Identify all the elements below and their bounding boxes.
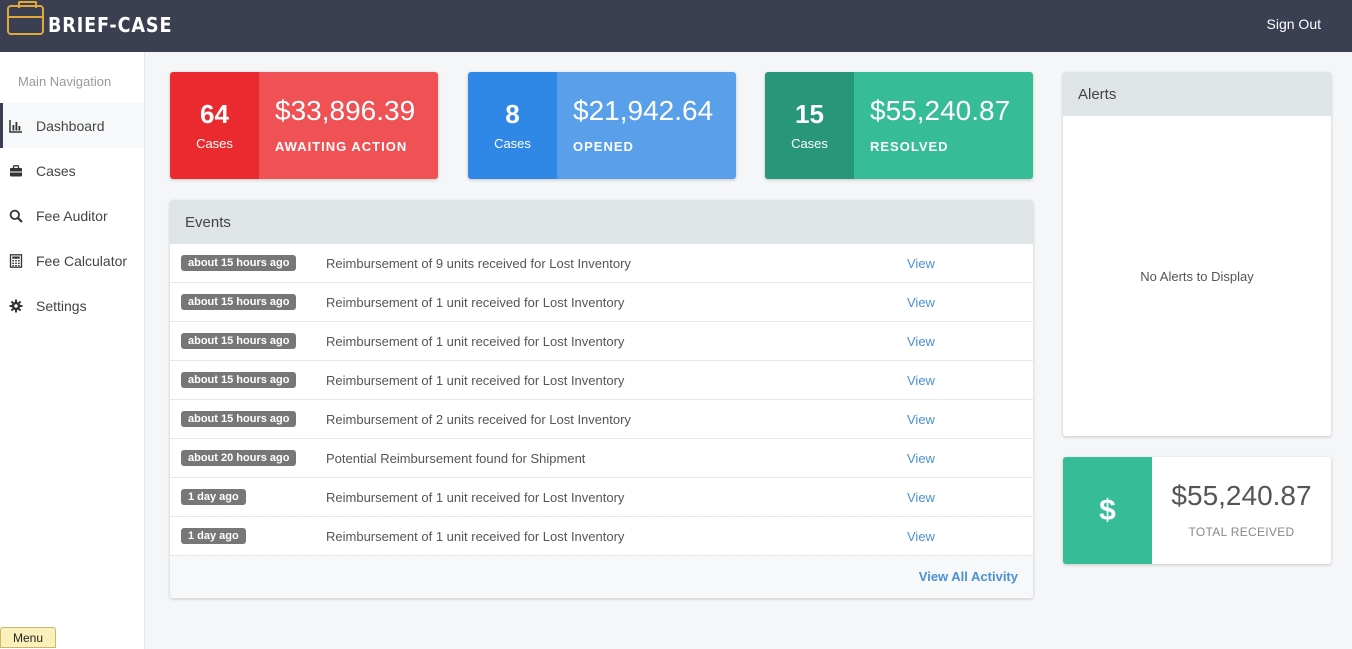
events-footer: View All Activity — [170, 556, 1033, 597]
event-time-badge: about 15 hours ago — [181, 411, 297, 427]
event-view-link[interactable]: View — [907, 256, 935, 271]
stat-amount: $55,240.87 — [870, 95, 1011, 126]
stat-card-opened[interactable]: 8 Cases $21,942.64 OPENED — [468, 72, 736, 179]
stat-amount-block: $33,896.39 AWAITING ACTION — [259, 72, 438, 179]
stat-count-block: 15 Cases — [765, 72, 854, 179]
event-view-link[interactable]: View — [907, 451, 935, 466]
stat-count: 64 — [200, 98, 229, 129]
briefcase-logo-icon — [7, 1, 44, 35]
event-row: about 15 hours ago Reimbursement of 1 un… — [170, 283, 1033, 322]
nav-heading: Main Navigation — [18, 74, 112, 89]
total-label: TOTAL RECEIVED — [1188, 525, 1295, 539]
sidebar-item-fee-auditor[interactable]: Fee Auditor — [0, 193, 144, 238]
event-description: Reimbursement of 9 units received for Lo… — [326, 255, 631, 271]
event-description: Reimbursement of 1 unit received for Los… — [326, 294, 625, 310]
alerts-title: Alerts — [1063, 72, 1331, 116]
briefcase-icon — [8, 163, 24, 179]
stat-count: 15 — [795, 98, 824, 129]
stat-count-block: 8 Cases — [468, 72, 557, 179]
event-time-badge: about 15 hours ago — [181, 333, 297, 349]
event-description: Reimbursement of 1 unit received for Los… — [326, 528, 625, 544]
event-row: about 15 hours ago Reimbursement of 2 un… — [170, 400, 1033, 439]
sidebar-item-label: Cases — [36, 162, 76, 179]
event-view-link[interactable]: View — [907, 412, 935, 427]
event-description: Potential Reimbursement found for Shipme… — [326, 450, 586, 466]
event-description: Reimbursement of 2 units received for Lo… — [326, 411, 631, 427]
event-description: Reimbursement of 1 unit received for Los… — [326, 489, 625, 505]
stat-card-awaiting-action[interactable]: 64 Cases $33,896.39 AWAITING ACTION — [170, 72, 438, 179]
event-row: about 15 hours ago Reimbursement of 1 un… — [170, 361, 1033, 400]
gear-icon — [8, 298, 24, 314]
stat-amount-block: $21,942.64 OPENED — [557, 72, 736, 179]
sidebar-item-settings[interactable]: Settings — [0, 283, 144, 328]
stat-count-block: 64 Cases — [170, 72, 259, 179]
calculator-icon — [8, 253, 24, 269]
stat-unit: Cases — [196, 135, 233, 151]
event-time-badge: 1 day ago — [181, 489, 246, 505]
event-time-badge: about 20 hours ago — [181, 450, 297, 466]
event-row: about 15 hours ago Reimbursement of 1 un… — [170, 322, 1033, 361]
sidebar-item-label: Settings — [36, 297, 87, 314]
stat-label: AWAITING ACTION — [275, 139, 408, 154]
event-time-badge: 1 day ago — [181, 528, 246, 544]
view-all-activity-link[interactable]: View All Activity — [919, 569, 1018, 584]
sidebar-item-fee-calculator[interactable]: Fee Calculator — [0, 238, 144, 283]
bar-chart-icon — [8, 118, 24, 134]
event-description: Reimbursement of 1 unit received for Los… — [326, 372, 625, 388]
sidebar-item-label: Fee Auditor — [36, 207, 108, 224]
alerts-empty-message: No Alerts to Display — [1140, 268, 1254, 284]
event-row: 1 day ago Reimbursement of 1 unit receiv… — [170, 478, 1033, 517]
event-view-link[interactable]: View — [907, 334, 935, 349]
sidebar-item-label: Fee Calculator — [36, 252, 128, 269]
stat-label: RESOLVED — [870, 139, 949, 154]
sidebar-item-cases[interactable]: Cases — [0, 148, 144, 193]
brand-logo[interactable]: BRIEF-CASE — [7, 1, 189, 37]
events-panel: Events about 15 hours ago Reimbursement … — [170, 200, 1033, 598]
sidebar-item-dashboard[interactable]: Dashboard — [0, 103, 144, 148]
stat-amount: $21,942.64 — [573, 95, 714, 126]
event-time-badge: about 15 hours ago — [181, 294, 297, 310]
stat-label: OPENED — [573, 139, 634, 154]
stat-unit: Cases — [791, 135, 828, 151]
event-time-badge: about 15 hours ago — [181, 372, 297, 388]
stat-count: 8 — [505, 98, 520, 129]
event-row: about 15 hours ago Reimbursement of 9 un… — [170, 244, 1033, 283]
stat-card-resolved[interactable]: 15 Cases $55,240.87 RESOLVED — [765, 72, 1033, 179]
events-title: Events — [170, 200, 1033, 244]
dollar-icon: $ — [1063, 457, 1152, 564]
event-description: Reimbursement of 1 unit received for Los… — [326, 333, 625, 349]
stat-unit: Cases — [494, 135, 531, 151]
total-amount: $55,240.87 — [1171, 480, 1312, 511]
sign-out-link[interactable]: Sign Out — [1267, 16, 1321, 32]
stat-amount-block: $55,240.87 RESOLVED — [854, 72, 1033, 179]
stat-amount: $33,896.39 — [275, 95, 416, 126]
brand-name: BRIEF-CASE — [48, 13, 173, 37]
top-bar: BRIEF-CASE Sign Out — [0, 0, 1352, 52]
total-amount-block: $55,240.87 TOTAL RECEIVED — [1152, 457, 1331, 564]
event-time-badge: about 15 hours ago — [181, 255, 297, 271]
event-row: 1 day ago Reimbursement of 1 unit receiv… — [170, 517, 1033, 556]
sidebar: Main Navigation Dashboard Cases Fee Audi… — [0, 52, 145, 649]
total-received-card: $ $55,240.87 TOTAL RECEIVED — [1063, 457, 1331, 564]
menu-button[interactable]: Menu — [0, 627, 56, 648]
search-icon — [8, 208, 24, 224]
event-view-link[interactable]: View — [907, 295, 935, 310]
event-view-link[interactable]: View — [907, 529, 935, 544]
event-row: about 20 hours ago Potential Reimburseme… — [170, 439, 1033, 478]
sidebar-item-label: Dashboard — [36, 117, 105, 134]
event-view-link[interactable]: View — [907, 373, 935, 388]
alerts-panel: Alerts No Alerts to Display — [1063, 72, 1331, 436]
event-view-link[interactable]: View — [907, 490, 935, 505]
